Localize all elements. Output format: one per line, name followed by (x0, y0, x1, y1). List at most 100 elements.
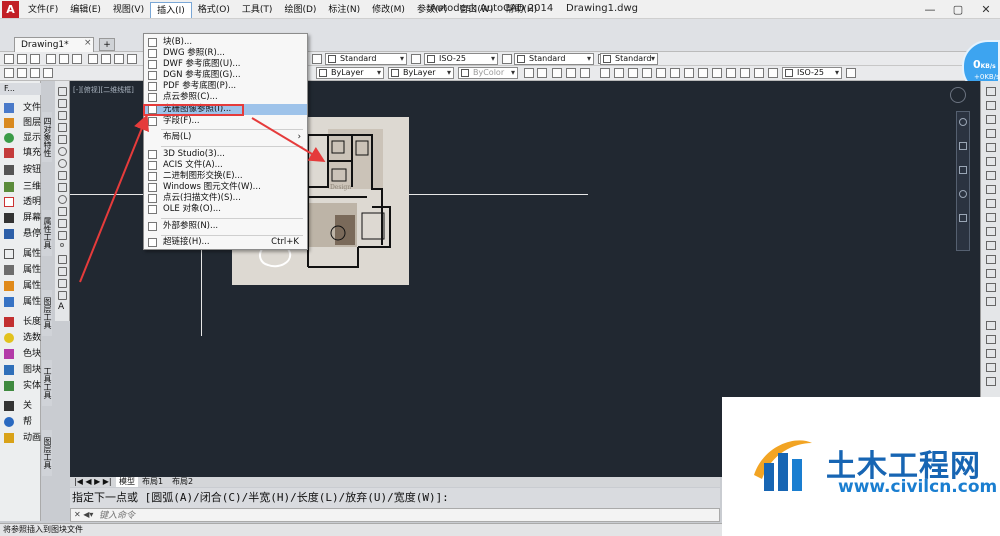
snap-icon[interactable] (986, 321, 996, 330)
palette-item-help[interactable]: 帮 (0, 415, 41, 429)
layer-properties-icon[interactable] (4, 68, 14, 78)
dim-space-icon[interactable] (698, 68, 708, 78)
menu-item-pdf-underlay[interactable]: PDF 参考底图(P)... (144, 81, 307, 92)
dim-continue-icon[interactable] (684, 68, 694, 78)
table-style-select[interactable]: Standard (514, 53, 594, 65)
menu-dimension[interactable]: 标注(N) (322, 2, 366, 18)
ellipse-arc-icon[interactable] (58, 207, 67, 216)
menu-item-hyperlink[interactable]: 超链接(H)... Ctrl+K (144, 237, 307, 248)
print-icon[interactable] (46, 54, 56, 64)
palette-item-screen[interactable]: 屏幕 (0, 211, 41, 225)
join-icon[interactable] (986, 255, 996, 264)
save-icon[interactable] (30, 54, 40, 64)
paste-icon[interactable] (114, 54, 124, 64)
autocad-logo-icon[interactable]: A (2, 1, 19, 18)
dim-radius-icon[interactable] (628, 68, 638, 78)
menu-edit[interactable]: 编辑(E) (64, 2, 107, 18)
dim-style-select[interactable]: ISO-25 (424, 53, 498, 65)
text-style-select[interactable]: Standard (325, 53, 407, 65)
maximize-button[interactable]: ▢ (944, 0, 972, 19)
polyline-icon[interactable] (58, 111, 67, 120)
palette-section-title-1[interactable]: 四对象特性 (42, 112, 52, 162)
new-file-icon[interactable] (4, 54, 14, 64)
linetype-select[interactable]: ByLayer (388, 67, 454, 79)
menu-item-point-cloud-scan[interactable]: 点云(扫描文件)(S)... (144, 193, 307, 204)
trim-icon[interactable] (986, 213, 996, 222)
multileader-style-select[interactable]: Standard (600, 53, 658, 65)
lock-icon[interactable] (43, 68, 53, 78)
palette-item-property-3[interactable]: 属性 (0, 279, 41, 293)
dim-edit-icon[interactable] (754, 68, 764, 78)
intersection-icon[interactable] (986, 377, 996, 386)
menu-item-field[interactable]: 字段(F)... (144, 116, 307, 127)
hatch-tool-icon[interactable] (58, 255, 67, 264)
extend-icon[interactable] (986, 227, 996, 236)
minimize-button[interactable]: — (916, 0, 944, 19)
dim-style-manager-icon[interactable] (846, 68, 856, 78)
align-icon[interactable] (552, 68, 562, 78)
mtext-icon[interactable]: A (58, 303, 67, 312)
palette-item-display[interactable]: 显示 (0, 131, 41, 145)
rectangle-icon[interactable] (58, 135, 67, 144)
text-icon[interactable] (524, 68, 534, 78)
tab-close-icon[interactable]: × (84, 38, 92, 48)
menu-item-layout[interactable]: 布局(L) › (144, 132, 307, 143)
menu-item-point-cloud-reference[interactable]: 点云参照(C)... (144, 92, 307, 103)
arc-icon[interactable] (58, 147, 67, 156)
break-icon[interactable] (986, 241, 996, 250)
steering-wheel-icon[interactable] (959, 118, 967, 126)
mirror-icon[interactable] (986, 115, 996, 124)
palette-item-transparency[interactable]: 透明 (0, 195, 41, 209)
osnap-icon[interactable] (986, 335, 996, 344)
table-style-icon[interactable] (502, 54, 512, 64)
menu-tools[interactable]: 工具(T) (236, 2, 279, 18)
viewport-label[interactable]: [-][俯视][二维线框] (73, 85, 134, 95)
viewcube-icon[interactable] (950, 87, 966, 103)
center-mark-icon[interactable] (600, 68, 610, 78)
line-icon[interactable] (58, 87, 67, 96)
dim-angular-icon[interactable] (614, 68, 624, 78)
jogged-icon[interactable] (740, 68, 750, 78)
fillet-icon[interactable] (986, 283, 996, 292)
navigation-bar[interactable] (956, 111, 970, 251)
menu-file[interactable]: 文件(F) (22, 2, 64, 18)
cut-icon[interactable] (88, 54, 98, 64)
layout-nav-arrows[interactable]: |◀ ◀ ▶ ▶| (74, 477, 112, 487)
circle-icon[interactable] (58, 159, 67, 168)
text-style-icon[interactable] (312, 54, 322, 64)
menu-item-dwf-underlay[interactable]: DWF 参考底图(U)... (144, 59, 307, 70)
polygon-icon[interactable] (58, 123, 67, 132)
palette-item-off[interactable]: 关 (0, 399, 41, 413)
palette-item-hatch[interactable]: 填充 (0, 146, 41, 160)
menu-item-dgn-underlay[interactable]: DGN 参考底图(G)... (144, 70, 307, 81)
chamfer-icon[interactable] (986, 269, 996, 278)
palette-item-property-2[interactable]: 属性 (0, 263, 41, 277)
palette-header[interactable]: F... (0, 83, 41, 95)
erase-icon[interactable] (986, 87, 996, 96)
inspect-icon[interactable] (726, 68, 736, 78)
make-block-icon[interactable] (58, 231, 67, 240)
midpoint-icon[interactable] (986, 363, 996, 372)
palette-item-length[interactable]: 长度 (0, 315, 41, 329)
menu-insert[interactable]: 插入(I) (150, 2, 192, 18)
palette-section-title-3[interactable]: 图层工具 (42, 290, 52, 336)
scale-icon[interactable] (986, 185, 996, 194)
menu-item-acis-file[interactable]: ACIS 文件(A)... (144, 160, 307, 171)
dim-diameter-icon[interactable] (642, 68, 652, 78)
leader-icon[interactable] (566, 68, 576, 78)
palette-item-button[interactable]: 按钮 (0, 163, 41, 177)
menu-view[interactable]: 视图(V) (107, 2, 150, 18)
stretch-icon[interactable] (986, 199, 996, 208)
menu-format[interactable]: 格式(O) (192, 2, 236, 18)
region-icon[interactable] (58, 279, 67, 288)
point-icon[interactable] (60, 243, 64, 247)
palette-item-3d[interactable]: 三维 (0, 180, 41, 194)
tab-drawing1[interactable]: Drawing1* (14, 37, 94, 52)
array-icon[interactable] (986, 143, 996, 152)
palette-item-color-block[interactable]: 色块 (0, 347, 41, 361)
explode-icon[interactable] (986, 297, 996, 306)
new-tab-button[interactable]: + (99, 38, 115, 51)
menu-item-dwg-reference[interactable]: DWG 参照(R)... (144, 48, 307, 59)
table-icon[interactable] (58, 291, 67, 300)
dim-style-icon[interactable] (411, 54, 421, 64)
